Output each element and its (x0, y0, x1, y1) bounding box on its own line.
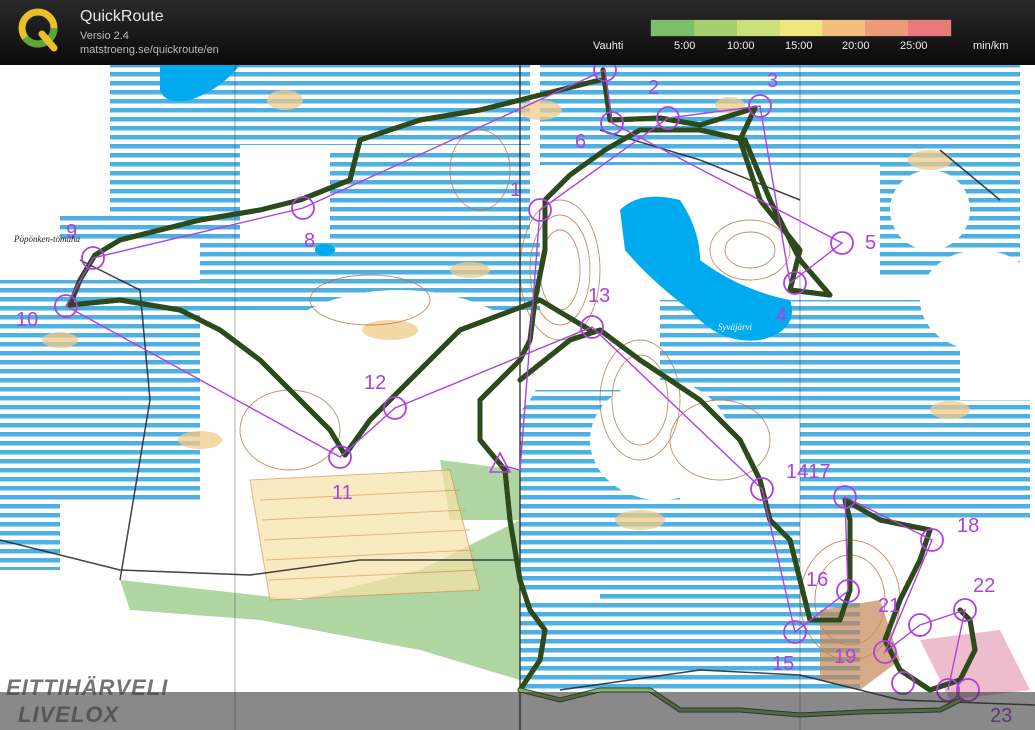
map-canvas: 1 2 3 4 5 6 8 9 10 11 12 13 1417 15 16 1… (0, 65, 1035, 730)
map-name-label: EITTIHÄRVELI (6, 675, 169, 700)
pond (315, 244, 335, 256)
pace-color-cell (779, 20, 823, 36)
control-label: 1417 (786, 461, 831, 483)
pace-color-cell (736, 20, 780, 36)
control-label: 12 (364, 372, 386, 394)
control-label: 19 (834, 646, 856, 668)
pace-tick: 5:00 (674, 40, 696, 52)
livelox-watermark: LIVELOX (18, 702, 120, 727)
pace-tick: 25:00 (900, 40, 928, 52)
control-label: 13 (588, 285, 610, 307)
control-label: 11 (332, 482, 353, 504)
control-label: 5 (865, 232, 876, 254)
control-label: 18 (957, 515, 979, 537)
place-label: Pöpönken-tömaha (13, 234, 80, 244)
pace-color-scale (650, 19, 952, 37)
website-link[interactable]: matstroeng.se/quickroute/en (80, 44, 219, 56)
control-label: 10 (16, 309, 38, 331)
pace-unit: min/km (973, 40, 1009, 52)
version-label: Versio 2.4 (80, 30, 129, 42)
control-label: 16 (806, 569, 828, 591)
quickroute-logo-icon (18, 8, 58, 52)
control-label: 21 (878, 595, 900, 617)
pace-tick: 20:00 (842, 40, 870, 52)
pace-tick: 10:00 (727, 40, 755, 52)
control-label: 3 (767, 70, 778, 92)
orienteering-map[interactable]: 1 2 3 4 5 6 8 9 10 11 12 13 1417 15 16 1… (0, 65, 1035, 730)
control-label: 22 (973, 575, 995, 597)
control-label: 6 (575, 131, 586, 153)
control-label: 2 (648, 77, 659, 99)
control-label: 8 (304, 230, 315, 252)
app-header: QuickRoute Versio 2.4 matstroeng.se/quic… (0, 0, 1035, 65)
pace-color-cell (908, 20, 952, 36)
pace-color-cell (865, 20, 909, 36)
pace-color-cell (693, 20, 737, 36)
control-label: 1 (510, 179, 521, 201)
pace-legend-label: Vauhti (593, 40, 624, 52)
control-label: 15 (772, 653, 794, 675)
app-title: QuickRoute (80, 8, 164, 25)
rough-open-area (249, 469, 481, 601)
pace-color-cell (822, 20, 866, 36)
control-label: 4 (776, 305, 787, 327)
pace-tick: 15:00 (785, 40, 813, 52)
pace-color-cell (651, 20, 694, 36)
lake-label: Syväjärvi (718, 322, 752, 332)
